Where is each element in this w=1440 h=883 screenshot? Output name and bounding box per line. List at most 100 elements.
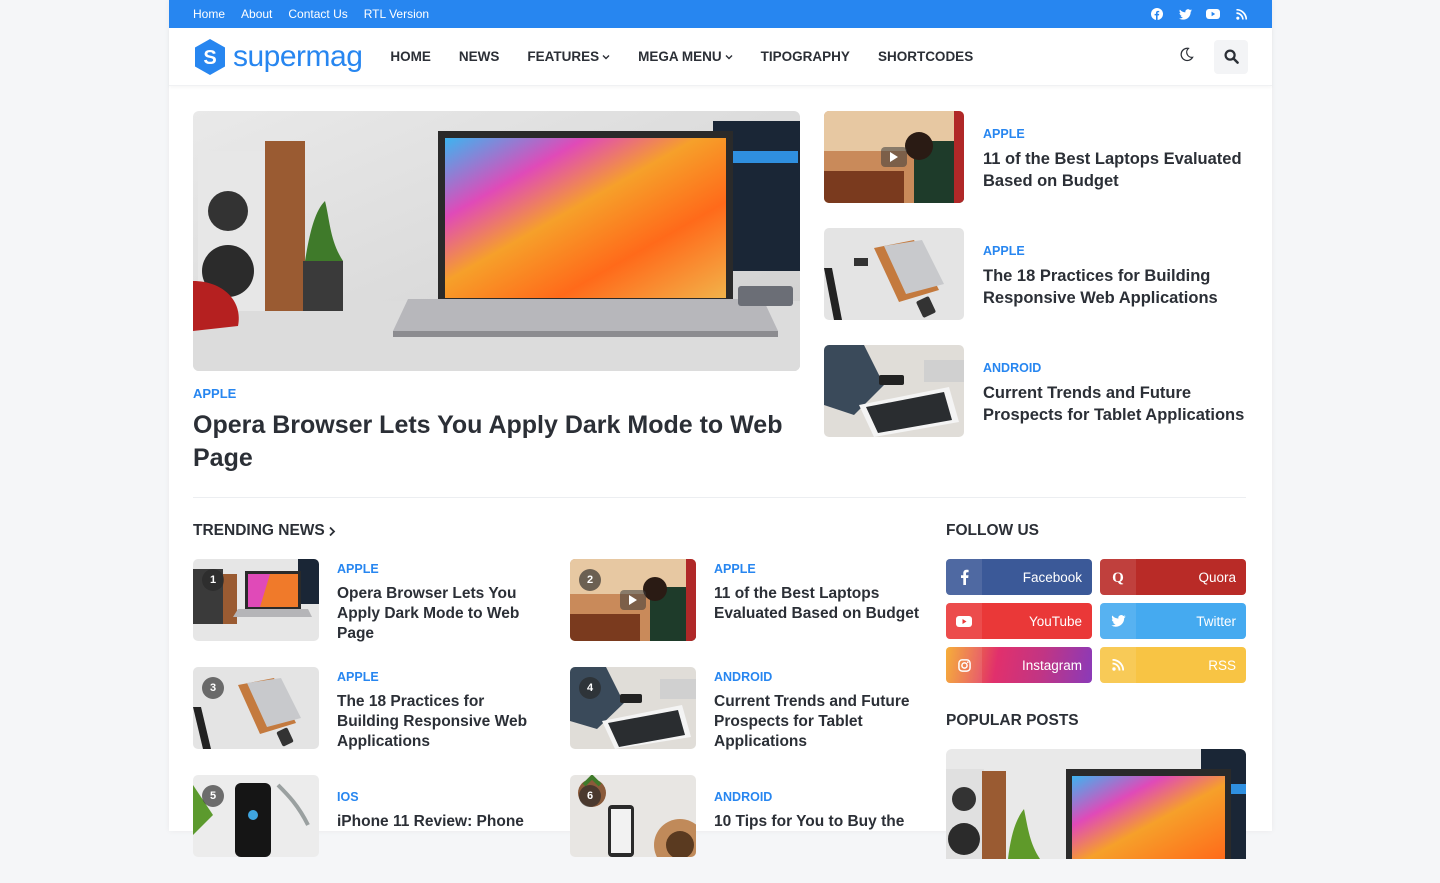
post-title[interactable]: The 18 Practices for Building Responsive… bbox=[983, 265, 1246, 309]
nav-home[interactable]: HOME bbox=[390, 49, 431, 64]
follow-title: FOLLOW US bbox=[946, 522, 1039, 539]
side-post[interactable]: APPLE The 18 Practices for Building Resp… bbox=[824, 228, 1246, 345]
post-category[interactable]: APPLE bbox=[337, 670, 546, 684]
post-thumbnail[interactable]: 1 bbox=[193, 559, 319, 641]
post-thumbnail[interactable]: 5 bbox=[193, 775, 319, 857]
instagram-icon bbox=[946, 647, 982, 683]
popular-post-image[interactable] bbox=[946, 749, 1246, 859]
instagram-label: Instagram bbox=[1021, 657, 1082, 673]
quora-label: Quora bbox=[1198, 569, 1236, 585]
post-title[interactable]: Current Trends and Future Prospects for … bbox=[983, 382, 1246, 426]
svg-text:S: S bbox=[203, 47, 216, 69]
trending-item[interactable]: 6 ANDROID 10 Tips for You to Buy the bbox=[570, 775, 923, 883]
nav-news[interactable]: NEWS bbox=[459, 49, 500, 64]
facebook-icon[interactable] bbox=[1150, 7, 1164, 21]
top-bar: Home About Contact Us RTL Version bbox=[169, 0, 1272, 28]
follow-us: FOLLOW US Facebook Q Quora YouTube Twitt… bbox=[946, 522, 1246, 683]
post-category[interactable]: APPLE bbox=[714, 562, 923, 576]
nav-tipography-label: TIPOGRAPHY bbox=[760, 49, 850, 64]
post-category[interactable]: ANDROID bbox=[714, 790, 904, 804]
rank-badge: 2 bbox=[579, 569, 601, 591]
trending-item[interactable]: 2 APPLE 11 of the Best Laptops Evaluated… bbox=[570, 559, 923, 667]
youtube-label: YouTube bbox=[1028, 613, 1082, 629]
trending-title[interactable]: TRENDING NEWS bbox=[193, 522, 923, 540]
trending-news: TRENDING NEWS 1 APPLE Opera Browser Lets… bbox=[193, 522, 923, 883]
post-thumbnail[interactable]: 4 bbox=[570, 667, 696, 749]
youtube-button[interactable]: YouTube bbox=[946, 603, 1092, 639]
youtube-icon bbox=[946, 603, 982, 639]
trending-item[interactable]: 1 APPLE Opera Browser Lets You Apply Dar… bbox=[193, 559, 546, 667]
logo-text: supermag bbox=[233, 39, 363, 73]
post-thumbnail[interactable]: 3 bbox=[193, 667, 319, 749]
nav-home-label: HOME bbox=[390, 49, 431, 64]
rss-button[interactable]: RSS bbox=[1100, 647, 1246, 683]
rank-badge: 3 bbox=[202, 677, 224, 699]
nav-mega-menu[interactable]: MEGA MENU bbox=[638, 49, 733, 64]
top-link-home[interactable]: Home bbox=[193, 7, 225, 21]
instagram-button[interactable]: Instagram bbox=[946, 647, 1092, 683]
facebook-icon bbox=[946, 559, 982, 595]
post-category[interactable]: ANDROID bbox=[714, 670, 923, 684]
rank-badge: 4 bbox=[579, 677, 601, 699]
top-link-about[interactable]: About bbox=[241, 7, 272, 21]
top-link-rtl[interactable]: RTL Version bbox=[364, 7, 429, 21]
logo-icon: S bbox=[195, 38, 225, 75]
post-category[interactable]: APPLE bbox=[983, 127, 1246, 141]
popular-title: POPULAR POSTS bbox=[946, 712, 1079, 729]
search-button[interactable] bbox=[1214, 39, 1248, 74]
nav-shortcodes-label: SHORTCODES bbox=[877, 49, 974, 64]
post-thumbnail[interactable]: 2 bbox=[570, 559, 696, 641]
post-category[interactable]: APPLE bbox=[983, 244, 1246, 258]
play-icon bbox=[881, 147, 907, 167]
main-nav: HOME NEWS FEATURES MEGA MENU TIPOGRAPHY … bbox=[390, 49, 1179, 64]
post-title[interactable]: 11 of the Best Laptops Evaluated Based o… bbox=[983, 148, 1246, 192]
post-title[interactable]: 10 Tips for You to Buy the bbox=[714, 812, 904, 832]
post-thumbnail[interactable] bbox=[824, 345, 964, 437]
chevron-down-icon bbox=[725, 54, 733, 59]
hero-image[interactable] bbox=[193, 111, 800, 371]
nav-shortcodes[interactable]: SHORTCODES bbox=[878, 49, 973, 64]
post-title[interactable]: Opera Browser Lets You Apply Dark Mode t… bbox=[337, 584, 546, 644]
post-title[interactable]: Current Trends and Future Prospects for … bbox=[714, 692, 923, 752]
rss-icon[interactable] bbox=[1234, 7, 1248, 21]
nav-tipography[interactable]: TIPOGRAPHY bbox=[761, 49, 850, 64]
top-link-contact[interactable]: Contact Us bbox=[288, 7, 347, 21]
facebook-button[interactable]: Facebook bbox=[946, 559, 1092, 595]
post-category[interactable]: IOS bbox=[337, 790, 524, 804]
rss-icon bbox=[1100, 647, 1136, 683]
rank-badge: 6 bbox=[579, 785, 601, 807]
rss-label: RSS bbox=[1208, 657, 1236, 673]
section-divider bbox=[193, 497, 1246, 498]
trending-item[interactable]: 5 IOS iPhone 11 Review: Phone bbox=[193, 775, 546, 883]
trending-item[interactable]: 4 ANDROID Current Trends and Future Pros… bbox=[570, 667, 923, 775]
moon-icon[interactable] bbox=[1179, 47, 1194, 67]
side-post[interactable]: APPLE 11 of the Best Laptops Evaluated B… bbox=[824, 111, 1246, 228]
post-category[interactable]: APPLE bbox=[337, 562, 546, 576]
post-category[interactable]: ANDROID bbox=[983, 361, 1246, 375]
main-header: S supermag HOME NEWS FEATURES MEGA MENU … bbox=[169, 28, 1272, 86]
site-logo[interactable]: S supermag bbox=[193, 38, 363, 75]
twitter-button[interactable]: Twitter bbox=[1100, 603, 1246, 639]
hero-post[interactable]: APPLE Opera Browser Lets You Apply Dark … bbox=[193, 111, 800, 475]
twitter-icon[interactable] bbox=[1178, 7, 1192, 21]
twitter-label: Twitter bbox=[1196, 613, 1236, 629]
nav-features-label: FEATURES bbox=[527, 49, 600, 64]
rank-badge: 1 bbox=[202, 569, 224, 591]
quora-button[interactable]: Q Quora bbox=[1100, 559, 1246, 595]
side-post[interactable]: ANDROID Current Trends and Future Prospe… bbox=[824, 345, 1246, 462]
post-thumbnail[interactable]: 6 bbox=[570, 775, 696, 857]
hero-category[interactable]: APPLE bbox=[193, 386, 800, 401]
youtube-icon[interactable] bbox=[1206, 7, 1220, 21]
trending-item[interactable]: 3 APPLE The 18 Practices for Building Re… bbox=[193, 667, 546, 775]
post-title[interactable]: 11 of the Best Laptops Evaluated Based o… bbox=[714, 584, 923, 624]
nav-news-label: NEWS bbox=[458, 49, 500, 64]
nav-features[interactable]: FEATURES bbox=[527, 49, 610, 64]
post-title[interactable]: iPhone 11 Review: Phone bbox=[337, 812, 524, 832]
post-thumbnail[interactable] bbox=[824, 228, 964, 320]
post-thumbnail[interactable] bbox=[824, 111, 964, 203]
svg-text:Q: Q bbox=[1112, 570, 1124, 585]
hero-title[interactable]: Opera Browser Lets You Apply Dark Mode t… bbox=[193, 409, 800, 475]
nav-mega-menu-label: MEGA MENU bbox=[638, 49, 722, 64]
post-title[interactable]: The 18 Practices for Building Responsive… bbox=[337, 692, 546, 752]
quora-icon: Q bbox=[1100, 559, 1136, 595]
